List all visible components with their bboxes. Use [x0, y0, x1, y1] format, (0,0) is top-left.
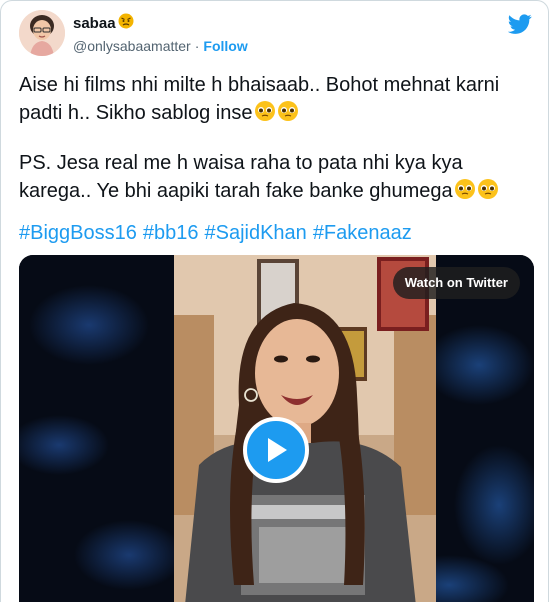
pleading-face-emoji [254, 101, 275, 121]
tweet-paragraph-1: Aise hi films nhi milte h bhaisaab.. Boh… [19, 71, 539, 127]
hashtag-fakenaaz[interactable]: #Fakenaaz [313, 219, 412, 247]
separator-dot: · [194, 38, 200, 54]
follow-button[interactable]: Follow [203, 36, 247, 56]
author-handle[interactable]: @onlysabaamatter [73, 36, 191, 56]
avatar[interactable] [19, 10, 65, 56]
tweet-paragraph-2: PS. Jesa real me h waisa raha to pata nh… [19, 149, 539, 205]
hashtag-row: #BiggBoss16 #bb16 #SajidKhan #Fakenaaz [19, 219, 412, 247]
play-icon [268, 438, 287, 462]
pleading-face-emoji [277, 101, 298, 121]
play-button[interactable] [243, 417, 309, 483]
video-player[interactable]: Watch on Twitter [19, 255, 534, 602]
author-name-row[interactable]: sabaa [73, 13, 134, 35]
hashtag-bb16[interactable]: #bb16 [143, 219, 199, 247]
author-display-name[interactable]: sabaa [73, 14, 116, 34]
embedded-tweet-card: sabaa @onlysabaamatter · Follow Aise hi … [0, 0, 549, 602]
tweet-paragraph-2-text: PS. Jesa real me h waisa raha to pata nh… [19, 152, 463, 202]
angry-face-emoji [118, 13, 134, 35]
hashtag-biggboss16[interactable]: #BiggBoss16 [19, 219, 137, 247]
watch-on-twitter-button[interactable]: Watch on Twitter [392, 267, 520, 299]
pleading-face-emoji [454, 179, 475, 199]
tweet-text: Aise hi films nhi milte h bhaisaab.. Boh… [19, 71, 539, 205]
author-handle-row: @onlysabaamatter · Follow [73, 36, 248, 56]
pleading-face-emoji [477, 179, 498, 199]
twitter-bird-icon[interactable] [508, 12, 532, 36]
hashtag-sajidkhan[interactable]: #SajidKhan [205, 219, 307, 247]
